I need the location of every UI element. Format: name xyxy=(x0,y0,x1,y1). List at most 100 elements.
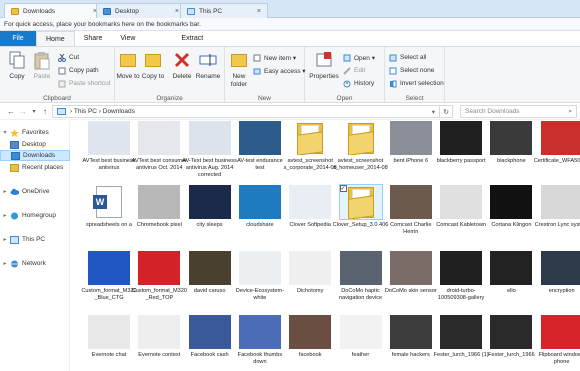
file-thumbnail xyxy=(188,315,231,349)
nav-downloads[interactable]: Downloads xyxy=(0,150,70,161)
file-item[interactable]: DoCoMo haptic navigation device xyxy=(335,251,387,302)
address-dropdown[interactable]: ▾ xyxy=(432,108,435,116)
file-item[interactable]: blackberry passport xyxy=(435,121,487,165)
expand-arrow[interactable]: ▸ xyxy=(0,188,10,195)
file-item[interactable]: Dichotomy xyxy=(284,251,336,295)
file-item[interactable]: Comcast Kabletown xyxy=(435,185,487,229)
paste-button[interactable]: Paste xyxy=(29,50,55,81)
file-item[interactable]: Device-Ecosystem-white xyxy=(234,251,286,302)
tab-share[interactable]: Share xyxy=(75,31,112,46)
expand-arrow[interactable]: ▸ xyxy=(0,212,10,219)
copy-path-button[interactable]: Copy path xyxy=(58,65,99,76)
file-item[interactable]: Certificate_WFA50235 xyxy=(534,121,580,165)
address-field[interactable]: › This PC › Downloads ▾ xyxy=(52,105,440,118)
back-button[interactable]: ← xyxy=(6,106,16,116)
file-item[interactable]: Wspreadsheets on a xyxy=(83,185,135,229)
nav-homegroup[interactable]: ▸ Homegroup xyxy=(0,210,70,221)
file-item[interactable]: Evernote chat xyxy=(83,315,135,359)
file-item[interactable]: AVTest best business antivirus xyxy=(82,121,136,172)
tab-file[interactable]: File xyxy=(0,31,36,46)
file-item[interactable]: blackphone xyxy=(485,121,537,165)
file-item[interactable]: Custom_format_M320_Red_TOP xyxy=(132,251,187,302)
new-folder-button[interactable]: New folder xyxy=(226,50,252,89)
file-item[interactable]: feather xyxy=(335,315,387,359)
computer-icon xyxy=(57,108,66,115)
file-item[interactable]: Facebook cash xyxy=(184,315,236,359)
file-item[interactable]: facebook xyxy=(284,315,336,359)
file-item[interactable]: Fester_lurch_1966 xyxy=(485,315,537,359)
nav-this-pc[interactable]: ▸ This PC xyxy=(0,234,70,245)
file-item[interactable]: AV-Test best business antivirus Aug. 201… xyxy=(182,121,237,179)
file-item[interactable]: Custom_format_M320_Blue_CTG xyxy=(81,251,137,302)
file-name: Clover_Setup_3.0.406 xyxy=(332,222,389,228)
file-item[interactable]: cloudshare xyxy=(234,185,286,229)
file-item[interactable]: droid-turbo-100509308-gallery xyxy=(435,251,487,302)
navigation-pane: ▾ Favorites Desktop Downloads Recent pla… xyxy=(0,121,70,371)
forward-button[interactable]: → xyxy=(18,106,28,116)
search-input[interactable]: Search Downloads ⌕ xyxy=(460,105,577,118)
file-item[interactable]: female hackers xyxy=(385,315,437,359)
close-tab-icon[interactable]: × xyxy=(175,8,179,15)
nav-network[interactable]: ▸ Network xyxy=(0,258,70,269)
file-item[interactable]: AV-test endurance test xyxy=(234,121,286,172)
tab-extract[interactable]: Extract xyxy=(172,31,212,46)
select-checkbox[interactable]: ✓ xyxy=(339,185,347,192)
file-item[interactable]: ello xyxy=(485,251,537,295)
paste-shortcut-button[interactable]: Paste shortcut xyxy=(58,78,111,89)
file-thumbnail xyxy=(238,185,281,219)
edit-button[interactable]: Edit xyxy=(343,65,365,76)
file-item[interactable]: bent iPhone 6 xyxy=(385,121,437,165)
file-item[interactable]: AVTest best consumer antivirus Oct. 2014 xyxy=(132,121,187,172)
refresh-button[interactable]: ↻ xyxy=(440,105,453,118)
easy-access-button[interactable]: Easy access ▾ xyxy=(253,65,306,76)
file-item[interactable]: DoCoMo skin sensor xyxy=(385,251,437,295)
select-none-button[interactable]: Select none xyxy=(389,65,434,76)
file-item[interactable]: avtest_screenshot s_homeuser_2014-08 xyxy=(333,121,388,172)
tab-view[interactable]: View xyxy=(111,31,144,46)
file-item[interactable]: Clover Softpedia xyxy=(284,185,336,229)
file-item[interactable]: Comcast Charlie Herrin xyxy=(385,185,437,236)
invert-selection-button[interactable]: Invert selection xyxy=(389,78,444,89)
select-all-button[interactable]: Select all xyxy=(389,52,426,63)
image-preview xyxy=(238,185,281,219)
expand-arrow[interactable]: ▾ xyxy=(0,129,10,136)
history-button[interactable]: History xyxy=(343,78,374,89)
nav-onedrive[interactable]: ▸ OneDrive xyxy=(0,186,70,197)
properties-button[interactable]: Properties xyxy=(307,50,341,81)
new-item-button[interactable]: New item ▾ xyxy=(253,52,296,63)
tab-downloads[interactable]: Downloads × xyxy=(4,3,104,18)
rename-button[interactable]: Rename xyxy=(195,50,221,81)
move-to-button[interactable]: Move to xyxy=(115,50,141,81)
up-button[interactable]: ↑ xyxy=(40,106,50,116)
nav-favorites[interactable]: ▾ Favorites xyxy=(0,127,70,138)
recent-locations-button[interactable]: ▾ xyxy=(29,106,39,116)
file-item[interactable]: Crestron Lync system xyxy=(535,185,580,229)
file-item[interactable]: city sleeps xyxy=(184,185,236,229)
copy-button[interactable]: Copy xyxy=(4,50,30,81)
file-item[interactable]: Flipboard windows phone xyxy=(536,315,580,366)
file-item[interactable]: david caruso xyxy=(184,251,236,295)
file-item[interactable]: encryption xyxy=(536,251,580,295)
delete-button[interactable]: Delete xyxy=(169,50,195,81)
file-item[interactable]: avtest_screenshot s_corporate_2014-08 xyxy=(284,121,337,172)
tab-this-pc[interactable]: This PC × xyxy=(180,3,268,18)
easy-access-icon xyxy=(253,67,261,75)
file-item[interactable]: Fester_lurch_1966 (1) xyxy=(434,315,489,359)
nav-desktop[interactable]: Desktop xyxy=(0,139,70,150)
properties-label: Properties xyxy=(309,73,339,80)
file-item[interactable]: Evernote context xyxy=(133,315,185,359)
tab-home[interactable]: Home xyxy=(36,31,75,46)
file-item[interactable]: Chromebook pixel xyxy=(133,185,185,229)
file-item[interactable]: ✓ Clover_Setup_3.0.406 xyxy=(332,184,389,229)
nav-label: Downloads xyxy=(23,152,56,159)
nav-recent-places[interactable]: Recent places xyxy=(0,162,70,173)
close-tab-icon[interactable]: × xyxy=(257,8,261,15)
file-item[interactable]: Cortana Klingon xyxy=(485,185,537,229)
open-button[interactable]: Open ▾ xyxy=(343,52,375,63)
file-item[interactable]: Facebook thumbs down xyxy=(234,315,286,366)
copy-to-button[interactable]: Copy to xyxy=(140,50,166,81)
cut-button[interactable]: Cut xyxy=(58,52,79,63)
tab-desktop[interactable]: Desktop × xyxy=(96,3,186,18)
expand-arrow[interactable]: ▸ xyxy=(0,236,10,243)
expand-arrow[interactable]: ▸ xyxy=(0,260,10,267)
